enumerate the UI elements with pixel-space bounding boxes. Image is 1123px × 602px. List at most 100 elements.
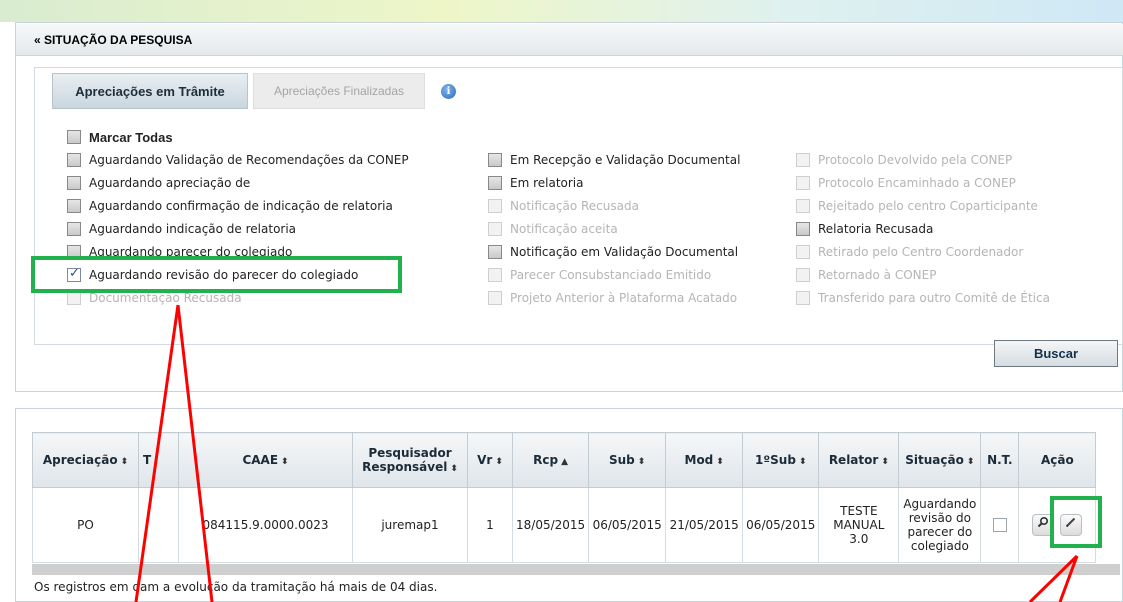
checkbox-label: Projeto Anterior à Plataforma Acatado <box>510 291 738 305</box>
cell-relator: TESTE MANUAL 3.0 <box>818 487 900 563</box>
checkbox-box <box>488 222 502 236</box>
checkbox-filter-disabled: Protocolo Encaminhado a CONEP <box>796 174 1016 192</box>
checkbox-filter-disabled: Projeto Anterior à Plataforma Acatado <box>488 289 737 307</box>
header-label: Sub <box>609 453 635 467</box>
header-label: Vr <box>477 453 493 467</box>
column-header-first-sub[interactable]: 1ºSub ⬍ <box>742 432 820 488</box>
header-label: Mod <box>684 453 714 467</box>
checkbox-label: Aguardando apreciação de <box>89 176 251 190</box>
checkbox-box <box>488 199 502 213</box>
checkbox-filter-disabled: Parecer Consubstanciado Emitido <box>488 266 711 284</box>
checkbox-filter[interactable]: Em Recepção e Validação Documental <box>488 151 740 169</box>
checkbox-filter[interactable]: Aguardando indicação de relatoria <box>67 220 296 238</box>
checkbox-box[interactable] <box>67 199 81 213</box>
checkbox-filter[interactable]: Relatoria Recusada <box>796 220 933 238</box>
cell-vr: 1 <box>467 487 513 563</box>
checkbox-filter[interactable]: Notificação em Validação Documental <box>488 243 738 261</box>
checkbox-label: Em Recepção e Validação Documental <box>510 153 741 167</box>
checkbox-box[interactable] <box>67 130 81 144</box>
checkbox-label: Aguardando Validação de Recomendações da… <box>89 153 409 167</box>
sort-icon[interactable]: ⬍ <box>638 457 646 467</box>
checkbox-box[interactable] <box>796 222 810 236</box>
sort-up-icon[interactable]: ▲ <box>561 457 568 467</box>
table-footer-bar <box>32 564 1120 575</box>
sort-icon[interactable]: ⬍ <box>967 457 975 467</box>
cell-nt <box>980 487 1020 563</box>
checkbox-label: Parecer Consubstanciado Emitido <box>510 268 712 282</box>
checkbox-box <box>796 291 810 305</box>
header-label: Situação <box>905 453 964 467</box>
column-header-mod[interactable]: Mod ⬍ <box>665 432 744 488</box>
checkbox-filter[interactable]: Aguardando apreciação de <box>67 174 250 192</box>
checkbox-box[interactable] <box>67 176 81 190</box>
sort-icon[interactable]: ⬍ <box>716 457 724 467</box>
checkbox-box <box>488 291 502 305</box>
column-header-t[interactable]: T <box>138 432 179 488</box>
checkbox-filter-disabled: Transferido para outro Comitê de Ética <box>796 289 1050 307</box>
nt-checkbox[interactable] <box>992 518 1007 533</box>
sort-icon[interactable]: ⬍ <box>799 457 807 467</box>
sort-icon[interactable]: ⬍ <box>450 464 458 474</box>
column-header-situacao[interactable]: Situação ⬍ <box>898 432 982 488</box>
results-table: Apreciação ⬍ T CAAE ⬍ Pesquisador Responsáv… <box>32 432 1097 563</box>
cell-caae: 084115.9.0000.0023 <box>178 487 353 563</box>
checkbox-box[interactable] <box>67 222 81 236</box>
sort-icon[interactable]: ⬍ <box>881 457 889 467</box>
tab-apreciacoes-em-tramite[interactable]: Apreciações em Trâmite <box>52 73 248 109</box>
relator-line: TESTE <box>840 504 878 518</box>
relator-line: MANUAL <box>833 518 885 532</box>
checkbox-filter-disabled: Retornado à CONEP <box>796 266 936 284</box>
checkbox-label: Protocolo Encaminhado a CONEP <box>818 176 1016 190</box>
checkbox-box <box>796 153 810 167</box>
checkbox-filter[interactable]: Aguardando confirmação de indicação de r… <box>67 197 393 215</box>
column-header-sub[interactable]: Sub ⬍ <box>588 432 667 488</box>
panel-header[interactable]: « SITUAÇÃO DA PESQUISA <box>16 24 1123 56</box>
checkbox-filter-disabled: Protocolo Devolvido pela CONEP <box>796 151 1012 169</box>
sort-icon[interactable]: ⬍ <box>121 457 129 467</box>
cell-rcp: 18/05/2015 <box>511 487 590 563</box>
situacao-line: colegiado <box>910 539 969 553</box>
cell-apreciacao: PO <box>32 487 139 563</box>
checkbox-filter[interactable]: Em relatoria <box>488 174 584 192</box>
header-label: Ação <box>1040 453 1074 467</box>
column-header-relator[interactable]: Relator ⬍ <box>818 432 900 488</box>
column-header-caae[interactable]: CAAE ⬍ <box>178 432 353 488</box>
column-header-pesquisador[interactable]: Pesquisador Responsável ⬍ <box>352 432 468 488</box>
table-row: PO 084115.9.0000.0023 juremap1 1 18/05/2… <box>32 487 1097 563</box>
header-label: Pesquisador <box>368 446 452 460</box>
checkbox-label: Em relatoria <box>510 176 584 190</box>
checkbox-label: Notificação Recusada <box>510 199 639 213</box>
checkbox-marcar-todas[interactable]: Marcar Todas <box>67 128 173 146</box>
header-label: 1ºSub <box>755 453 796 467</box>
checkbox-filter[interactable]: Aguardando Validação de Recomendações da… <box>67 151 409 169</box>
top-banner <box>0 0 1123 22</box>
column-header-apreciacao[interactable]: Apreciação ⬍ <box>32 432 139 488</box>
annotation-highlight-edit-button <box>1050 496 1102 548</box>
sort-icon[interactable]: ⬍ <box>495 457 503 467</box>
checkbox-box[interactable] <box>67 153 81 167</box>
tab-apreciacoes-finalizadas[interactable]: Apreciações Finalizadas <box>253 73 425 109</box>
checkbox-label: Protocolo Devolvido pela CONEP <box>818 153 1013 167</box>
column-header-nt: N.T. <box>980 432 1020 488</box>
checkbox-label: Retirado pelo Centro Coordenador <box>818 245 1024 259</box>
header-label: Responsável <box>362 460 448 474</box>
annotation-highlight-checkbox <box>31 256 402 293</box>
checkbox-label: Relatoria Recusada <box>818 222 934 236</box>
checkbox-label: Rejeitado pelo centro Coparticipante <box>818 199 1038 213</box>
search-button[interactable]: Buscar <box>994 340 1118 367</box>
info-icon[interactable]: i <box>441 84 456 99</box>
checkbox-box <box>796 268 810 282</box>
checkbox-filter-disabled: Notificação aceita <box>488 220 618 238</box>
checkbox-box[interactable] <box>488 153 502 167</box>
header-label: Apreciação <box>42 453 118 467</box>
header-label: CAAE <box>242 453 279 467</box>
column-header-vr[interactable]: Vr ⬍ <box>467 432 513 488</box>
checkbox-label: Notificação aceita <box>510 222 618 236</box>
footnote-text: Os registros em dam a evolução da tramit… <box>34 580 438 594</box>
checkbox-filter-disabled: Retirado pelo Centro Coordenador <box>796 243 1023 261</box>
column-header-rcp[interactable]: Rcp ▲ <box>511 432 590 488</box>
checkbox-box[interactable] <box>488 176 502 190</box>
sort-icon[interactable]: ⬍ <box>281 457 289 467</box>
collapse-icon[interactable]: « <box>34 33 41 47</box>
checkbox-box[interactable] <box>488 245 502 259</box>
